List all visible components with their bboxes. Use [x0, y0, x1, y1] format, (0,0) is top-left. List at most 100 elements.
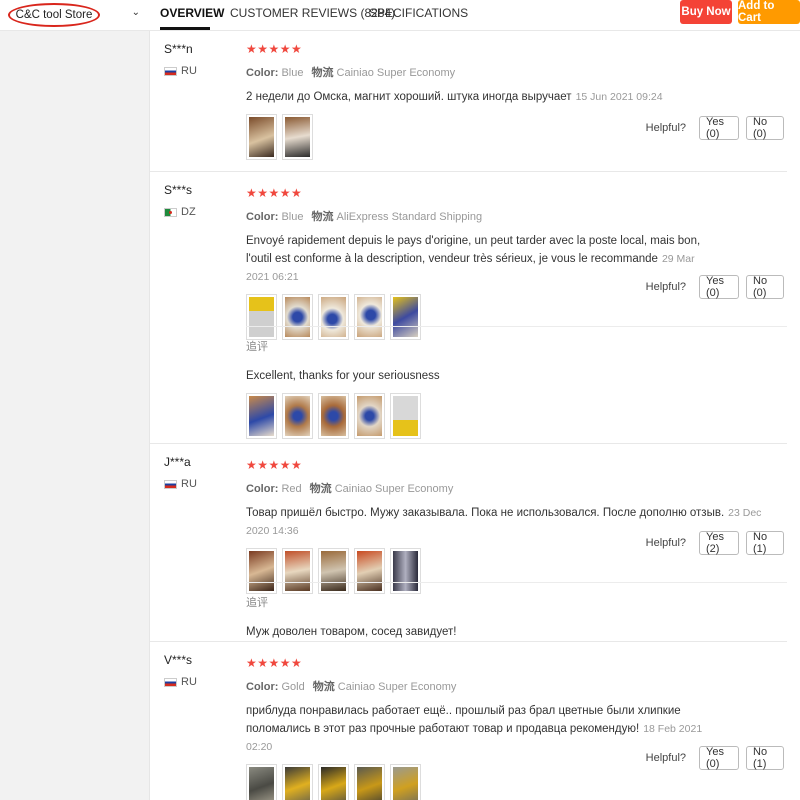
review-photo[interactable]	[354, 294, 385, 340]
review-photos	[246, 114, 706, 160]
color-value: Gold	[281, 681, 305, 693]
star-rating: ★★★★★	[246, 656, 303, 670]
country-code: RU	[181, 65, 197, 77]
left-sidebar	[0, 0, 150, 800]
review-photo[interactable]	[282, 393, 313, 439]
chevron-down-icon[interactable]: ⌄	[132, 7, 140, 18]
review-photo[interactable]	[318, 393, 349, 439]
review-text: приблуда понравилась работает ещё.. прош…	[246, 702, 706, 756]
reviewer-country: RU	[164, 676, 197, 688]
shipping-label: 物流	[309, 483, 332, 495]
review-body: приблуда понравилась работает ещё.. прош…	[246, 705, 681, 735]
review-text: 2 недели до Омска, магнит хороший. штука…	[246, 88, 706, 106]
helpful-controls: Helpful? Yes (0) No (0)	[646, 275, 784, 299]
reviewer-name: J***a	[164, 455, 191, 469]
review-photo[interactable]	[318, 294, 349, 340]
country-code: DZ	[181, 206, 196, 218]
review-item: S***s DZ ★★★★★ Color: Blue 物流 AliExpress …	[150, 173, 787, 444]
helpful-no-button[interactable]: No (0)	[746, 275, 784, 299]
reviewer-name: V***s	[164, 653, 193, 667]
helpful-label: Helpful?	[645, 752, 686, 764]
followup-label: 追评	[246, 341, 268, 353]
review-photo[interactable]	[282, 114, 313, 160]
review-photos	[246, 294, 706, 340]
review-photo[interactable]	[354, 548, 385, 594]
helpful-label: Helpful?	[645, 122, 686, 134]
review-photo[interactable]	[354, 764, 385, 800]
followup-divider	[246, 326, 787, 327]
review-photo[interactable]	[390, 294, 421, 340]
review-photo[interactable]	[282, 548, 313, 594]
helpful-no-button[interactable]: No (1)	[746, 531, 784, 555]
review-photo[interactable]	[390, 764, 421, 800]
review-photo[interactable]	[390, 393, 421, 439]
review-photo[interactable]	[390, 548, 421, 594]
followup-photos	[246, 393, 706, 439]
review-photo[interactable]	[246, 294, 277, 340]
followup-divider	[246, 582, 787, 583]
helpful-controls: Helpful? Yes (0) No (1)	[646, 746, 784, 770]
top-nav: OVERVIEW CUSTOMER REVIEWS (8284) SPECIFI…	[150, 0, 800, 31]
color-label: Color:	[246, 483, 279, 495]
review-photo[interactable]	[354, 393, 385, 439]
star-rating: ★★★★★	[246, 42, 303, 56]
reviewer-country: RU	[164, 478, 197, 490]
review-photo[interactable]	[246, 114, 277, 160]
country-code: RU	[181, 478, 197, 490]
review-item: S***n RU ★★★★★ Color: Blue 物流 Cainiao Sup…	[150, 32, 787, 172]
helpful-yes-button[interactable]: Yes (2)	[699, 531, 739, 555]
helpful-no-button[interactable]: No (1)	[746, 746, 784, 770]
review-date: 15 Jun 2021 09:24	[575, 91, 663, 103]
shipping-label: 物流	[312, 681, 335, 693]
helpful-label: Helpful?	[645, 281, 686, 293]
flag-ru-icon	[164, 66, 177, 76]
review-text: Envoyé rapidement depuis le pays d'origi…	[246, 232, 706, 286]
shipping-value: Cainiao Super Economy	[337, 681, 457, 693]
review-meta: Color: Red 物流 Cainiao Super Economy	[246, 480, 766, 496]
flag-dz-icon	[164, 207, 177, 217]
review-meta: Color: Blue 物流 Cainiao Super Economy	[246, 64, 706, 80]
review-photo[interactable]	[318, 548, 349, 594]
review-photo[interactable]	[282, 294, 313, 340]
color-label: Color:	[246, 681, 279, 693]
reviewer-name: S***n	[164, 42, 193, 56]
helpful-controls: Helpful? Yes (0) No (0)	[646, 116, 784, 140]
tab-overview[interactable]: OVERVIEW	[160, 6, 224, 20]
color-value: Red	[281, 483, 302, 495]
helpful-controls: Helpful? Yes (2) No (1)	[646, 531, 784, 555]
color-value: Blue	[281, 67, 304, 79]
review-photo[interactable]	[282, 764, 313, 800]
review-body: 2 недели до Омска, магнит хороший. штука…	[246, 91, 572, 103]
review-photo[interactable]	[246, 393, 277, 439]
review-photo[interactable]	[246, 548, 277, 594]
review-body: Envoyé rapidement depuis le pays d'origi…	[246, 235, 701, 265]
shipping-value: AliExpress Standard Shipping	[336, 211, 483, 223]
buy-now-button[interactable]: Buy Now	[680, 0, 732, 24]
flag-ru-icon	[164, 479, 177, 489]
color-label: Color:	[246, 211, 279, 223]
review-photo[interactable]	[318, 764, 349, 800]
followup-label: 追评	[246, 597, 268, 609]
helpful-yes-button[interactable]: Yes (0)	[699, 746, 739, 770]
color-value: Blue	[281, 211, 304, 223]
reviewer-country: RU	[164, 65, 197, 77]
review-photo[interactable]	[246, 764, 277, 800]
shipping-value: Cainiao Super Economy	[336, 67, 456, 79]
tab-specifications[interactable]: SPECIFICATIONS	[369, 6, 468, 20]
helpful-yes-button[interactable]: Yes (0)	[699, 275, 739, 299]
reviewer-country: DZ	[164, 206, 196, 218]
reviewer-name: S***s	[164, 183, 193, 197]
shipping-label: 物流	[311, 211, 334, 223]
review-item: J***a RU ★★★★★ Color: Red 物流 Cainiao Supe…	[150, 445, 787, 642]
followup-text: Excellent, thanks for your seriousness	[246, 370, 440, 382]
country-code: RU	[181, 676, 197, 688]
helpful-no-button[interactable]: No (0)	[746, 116, 784, 140]
followup-text: Муж доволен товаром, сосед завидует!	[246, 626, 457, 638]
add-to-cart-button[interactable]: Add to Cart	[738, 0, 800, 24]
helpful-yes-button[interactable]: Yes (0)	[699, 116, 739, 140]
review-meta: Color: Blue 物流 AliExpress Standard Shippi…	[246, 208, 706, 224]
shipping-value: Cainiao Super Economy	[334, 483, 454, 495]
star-rating: ★★★★★	[246, 458, 303, 472]
flag-ru-icon	[164, 677, 177, 687]
store-name-link[interactable]: C&C tool Store	[8, 3, 100, 27]
